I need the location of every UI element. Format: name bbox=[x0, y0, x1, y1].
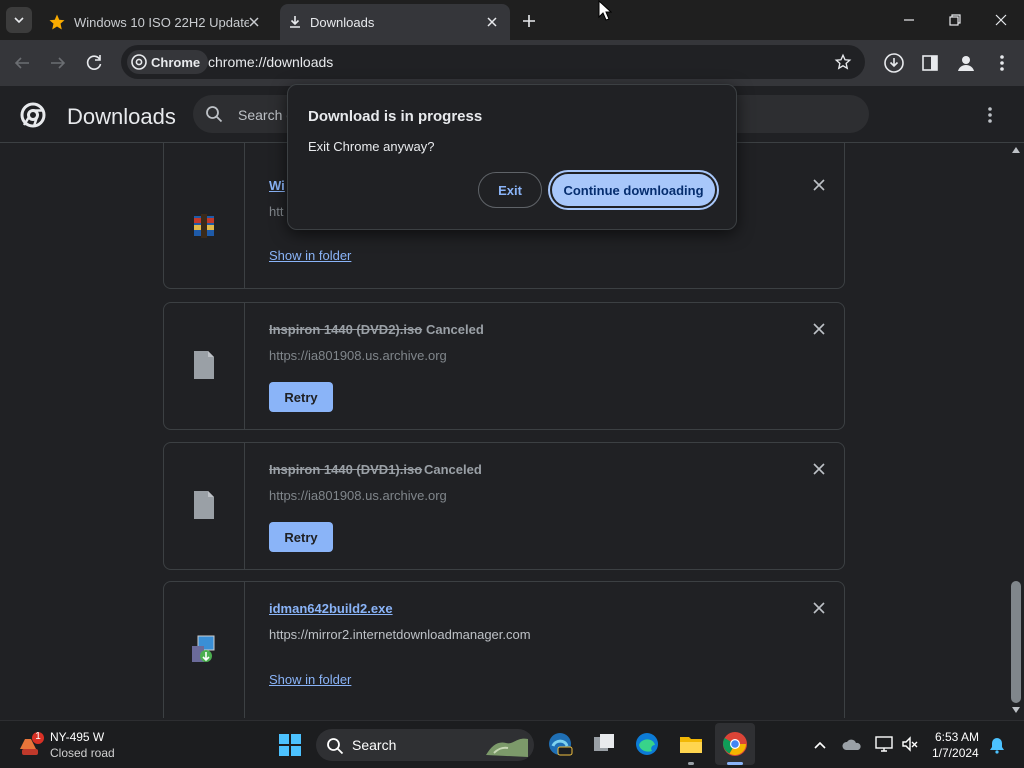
dialog-title: Download is in progress bbox=[308, 108, 483, 125]
retry-button[interactable]: Retry bbox=[269, 382, 333, 412]
file-name: Inspiron 1440 (DVD2).iso bbox=[269, 322, 423, 337]
card-divider bbox=[244, 443, 245, 569]
notification-badge: 1 bbox=[35, 731, 41, 742]
profile-icon[interactable] bbox=[955, 52, 977, 74]
running-app-indicator bbox=[688, 762, 694, 765]
file-explorer-icon[interactable] bbox=[678, 731, 704, 757]
windows-taskbar: 1 NY-495 W Closed road Search 6:53 AM 1/… bbox=[0, 720, 1024, 768]
scroll-up-icon[interactable] bbox=[1012, 147, 1020, 153]
tab-downloads[interactable]: Downloads bbox=[280, 4, 510, 40]
card-divider bbox=[244, 143, 245, 288]
forward-icon[interactable] bbox=[46, 51, 70, 75]
file-source: https://mirror2.internetdownloadmanager.… bbox=[269, 627, 531, 642]
taskbar-search-box[interactable]: Search bbox=[316, 729, 534, 761]
continue-downloading-label: Continue downloading bbox=[552, 174, 715, 206]
new-tab-icon[interactable] bbox=[518, 10, 540, 32]
file-source: https://ia801908.us.archive.org bbox=[269, 488, 447, 503]
tab-windows-iso[interactable]: Windows 10 ISO 22H2 Update bbox=[40, 4, 272, 40]
weather-widget[interactable]: 1 bbox=[18, 731, 46, 759]
status-text: Canceled bbox=[426, 322, 484, 337]
close-icon[interactable] bbox=[484, 14, 500, 30]
continue-downloading-button[interactable]: Continue downloading bbox=[548, 170, 719, 210]
minimize-icon[interactable] bbox=[897, 8, 921, 32]
clock-date: 1/7/2024 bbox=[932, 746, 979, 760]
chrome-icon bbox=[723, 732, 747, 756]
download-item: Inspiron 1440 (DVD1).iso Canceled https:… bbox=[163, 442, 845, 570]
edge-beta-icon[interactable] bbox=[547, 731, 573, 757]
chevron-down-icon bbox=[14, 17, 24, 24]
chrome-icon bbox=[131, 54, 147, 70]
volume-muted-icon[interactable] bbox=[901, 735, 919, 753]
search-highlight-icon bbox=[486, 738, 528, 757]
task-view-icon[interactable] bbox=[591, 731, 617, 757]
retry-button[interactable]: Retry bbox=[269, 522, 333, 552]
remove-icon[interactable] bbox=[811, 461, 827, 477]
restore-icon[interactable] bbox=[943, 8, 967, 32]
show-in-folder-link[interactable]: Show in folder bbox=[269, 672, 351, 687]
scroll-down-icon[interactable] bbox=[1012, 707, 1020, 713]
weather-title: NY-495 W bbox=[50, 730, 105, 744]
card-divider bbox=[244, 582, 245, 718]
page-title: Downloads bbox=[67, 104, 176, 129]
file-name-link[interactable]: Wi bbox=[269, 178, 285, 193]
notification-bell-icon[interactable] bbox=[988, 736, 1006, 754]
file-icon bbox=[194, 491, 214, 519]
star-icon bbox=[49, 14, 65, 30]
taskbar-search-label: Search bbox=[352, 737, 397, 753]
remove-icon[interactable] bbox=[811, 321, 827, 337]
exit-confirmation-dialog: Download is in progress Exit Chrome anyw… bbox=[287, 84, 737, 230]
chevron-up-icon[interactable] bbox=[812, 737, 828, 753]
active-app-indicator bbox=[727, 762, 743, 765]
edge-icon[interactable] bbox=[634, 731, 660, 757]
search-icon bbox=[206, 106, 223, 123]
status-text: Canceled bbox=[424, 462, 482, 477]
site-chip-label: Chrome bbox=[151, 54, 201, 70]
file-icon bbox=[194, 351, 214, 379]
winrar-file-icon bbox=[194, 214, 214, 238]
file-source: htt bbox=[269, 204, 284, 219]
dialog-message: Exit Chrome anyway? bbox=[308, 139, 435, 154]
download-item: Inspiron 1440 (DVD2).iso Canceled https:… bbox=[163, 302, 845, 430]
bookmark-star-icon[interactable] bbox=[834, 53, 852, 71]
download-icon bbox=[290, 16, 300, 28]
back-icon[interactable] bbox=[10, 51, 34, 75]
tab-search-button[interactable] bbox=[6, 7, 32, 33]
windows-start-icon[interactable] bbox=[278, 733, 302, 757]
chrome-taskbar-button[interactable] bbox=[715, 723, 755, 765]
weather-subtitle: Closed road bbox=[50, 746, 115, 760]
onedrive-icon[interactable] bbox=[842, 736, 862, 752]
chrome-logo-icon bbox=[20, 102, 46, 128]
scrollbar[interactable] bbox=[1008, 143, 1024, 718]
reload-icon[interactable] bbox=[82, 51, 106, 75]
remove-icon[interactable] bbox=[811, 600, 827, 616]
search-icon bbox=[327, 738, 344, 755]
address-bar[interactable]: Chrome chrome://downloads bbox=[121, 45, 865, 79]
downloads-button-icon[interactable] bbox=[883, 52, 905, 74]
site-info-chip[interactable]: Chrome bbox=[127, 50, 209, 74]
show-in-folder-link[interactable]: Show in folder bbox=[269, 248, 351, 263]
idm-installer-icon bbox=[192, 635, 215, 662]
download-item: idman642build2.exe https://mirror2.inter… bbox=[163, 581, 845, 718]
side-panel-icon[interactable] bbox=[920, 53, 940, 73]
tab-title: Windows 10 ISO 22H2 Update bbox=[74, 14, 249, 30]
mouse-cursor-icon bbox=[598, 0, 612, 21]
tab-title: Downloads bbox=[310, 14, 375, 30]
file-name-link[interactable]: idman642build2.exe bbox=[269, 601, 393, 616]
url-text: chrome://downloads bbox=[208, 54, 334, 70]
clock-time: 6:53 AM bbox=[935, 730, 980, 744]
more-menu-icon[interactable] bbox=[992, 52, 1012, 74]
close-window-icon[interactable] bbox=[989, 8, 1013, 32]
exit-button[interactable]: Exit bbox=[478, 172, 542, 208]
network-icon[interactable] bbox=[874, 735, 894, 753]
card-divider bbox=[244, 303, 245, 429]
remove-icon[interactable] bbox=[811, 177, 827, 193]
tab-strip: Windows 10 ISO 22H2 Update Downloads bbox=[0, 0, 1024, 40]
file-name: Inspiron 1440 (DVD1).iso bbox=[269, 462, 423, 477]
browser-toolbar: Chrome chrome://downloads bbox=[0, 40, 1024, 86]
file-source: https://ia801908.us.archive.org bbox=[269, 348, 447, 363]
scrollbar-thumb[interactable] bbox=[1011, 581, 1021, 703]
close-icon[interactable] bbox=[246, 14, 262, 30]
more-actions-icon[interactable] bbox=[980, 104, 1000, 126]
